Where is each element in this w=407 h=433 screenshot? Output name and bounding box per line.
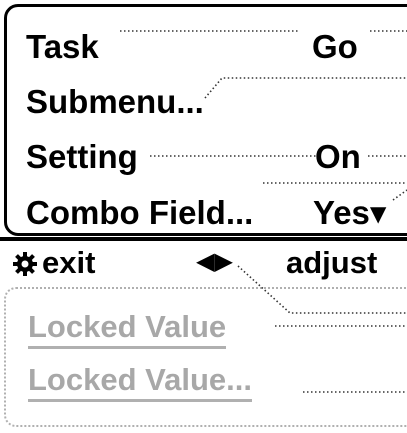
menu-value-yes-dropdown[interactable]: Yes▾ xyxy=(313,196,386,229)
menu-item-task[interactable]: Task xyxy=(26,30,99,63)
locked-value-1: Locked Value xyxy=(28,311,227,349)
menu-value-go[interactable]: Go xyxy=(312,30,358,63)
gear-icon xyxy=(12,251,38,277)
exit-label: exit xyxy=(42,245,96,280)
exit-button[interactable]: exit xyxy=(12,247,95,278)
adjust-button[interactable]: adjust xyxy=(286,247,377,278)
adjust-arrows-icon[interactable]: ◀▶ xyxy=(196,250,233,274)
locked-value-2: Locked Value... xyxy=(28,364,252,402)
footer-divider xyxy=(0,237,407,241)
menu-item-setting[interactable]: Setting xyxy=(26,140,138,173)
locked-values-frame xyxy=(4,287,407,427)
menu-item-combo-field[interactable]: Combo Field... xyxy=(26,196,253,229)
menu-item-submenu[interactable]: Submenu... xyxy=(26,85,204,118)
menu-value-on[interactable]: On xyxy=(315,140,361,173)
